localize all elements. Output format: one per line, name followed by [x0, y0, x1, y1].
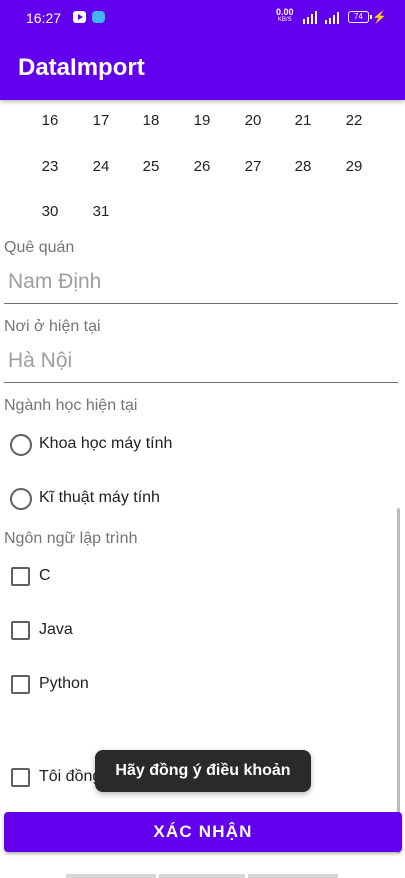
- radio-label: Khoa học máy tính: [39, 435, 173, 452]
- checkbox-label: Python: [39, 675, 89, 692]
- youtube-icon: [73, 11, 86, 23]
- toast-message: Hãy đồng ý điều khoản: [95, 750, 311, 792]
- app-title: DataImport: [18, 54, 145, 81]
- status-time: 16:27: [26, 10, 62, 26]
- calendar-day[interactable]: 29: [334, 158, 374, 175]
- hometown-field[interactable]: Nam Định: [4, 264, 398, 304]
- calendar-day[interactable]: 19: [182, 112, 222, 129]
- residence-placeholder: Hà Nội: [8, 349, 73, 372]
- radio-unchecked-icon[interactable]: [10, 488, 32, 510]
- battery-level: 74: [354, 12, 363, 21]
- radio-unchecked-icon[interactable]: [10, 434, 32, 456]
- major-label: Ngành học hiện tại: [4, 397, 138, 414]
- checkbox-unchecked-icon[interactable]: [11, 567, 30, 586]
- calendar-day[interactable]: 30: [30, 203, 70, 220]
- checkbox-label: C: [39, 567, 51, 584]
- calendar-day[interactable]: 18: [131, 112, 171, 129]
- languages-label: Ngôn ngữ lập trình: [4, 530, 138, 547]
- calendar-day[interactable]: 21: [283, 112, 323, 129]
- calendar-day[interactable]: 25: [131, 158, 171, 175]
- status-bar: 16:27 0.00 KB/S 74 ⚡: [0, 0, 405, 36]
- calendar-day[interactable]: 26: [182, 158, 222, 175]
- calendar-day[interactable]: 20: [233, 112, 273, 129]
- scrollbar[interactable]: [397, 508, 400, 853]
- calendar-day[interactable]: 28: [283, 158, 323, 175]
- residence-label: Nơi ở hiện tại: [4, 318, 101, 335]
- calendar-day[interactable]: 24: [81, 158, 121, 175]
- app-bar: DataImport: [0, 36, 405, 100]
- messenger-icon: [92, 11, 105, 23]
- network-speed: 0.00 KB/S: [276, 8, 294, 24]
- calendar-day[interactable]: 22: [334, 112, 374, 129]
- form-content[interactable]: 16 17 18 19 20 21 22 23 24 25 26 27 28 2…: [0, 100, 405, 878]
- submit-button[interactable]: XÁC NHẬN: [4, 812, 402, 852]
- network-speed-value: 0.00: [276, 7, 294, 17]
- calendar-day[interactable]: 16: [30, 112, 70, 129]
- terms-label: Tôi đồng: [39, 768, 102, 785]
- hometown-label: Quê quán: [4, 239, 75, 256]
- checkbox-unchecked-icon[interactable]: [11, 621, 30, 640]
- hometown-placeholder: Nam Định: [8, 270, 102, 293]
- calendar-row: 23 24 25 26 27 28 29: [0, 158, 405, 202]
- radio-label: Kĩ thuật máy tính: [39, 489, 160, 506]
- checkbox-unchecked-icon[interactable]: [11, 675, 30, 694]
- battery-icon: 74: [348, 11, 372, 23]
- network-speed-unit: KB/S: [277, 17, 292, 23]
- residence-field[interactable]: Hà Nội: [4, 343, 398, 383]
- calendar-day[interactable]: 31: [81, 203, 121, 220]
- checkbox-label: Java: [39, 621, 73, 638]
- calendar-day[interactable]: 27: [233, 158, 273, 175]
- calendar-row: 16 17 18 19 20 21 22: [0, 112, 405, 156]
- calendar-day[interactable]: 17: [81, 112, 121, 129]
- navigation-bar: [66, 874, 338, 878]
- charging-icon: ⚡: [372, 10, 387, 24]
- checkbox-unchecked-icon[interactable]: [11, 768, 30, 787]
- calendar-day[interactable]: 23: [30, 158, 70, 175]
- signal-icon-2: [325, 11, 345, 24]
- signal-icon: [303, 11, 323, 24]
